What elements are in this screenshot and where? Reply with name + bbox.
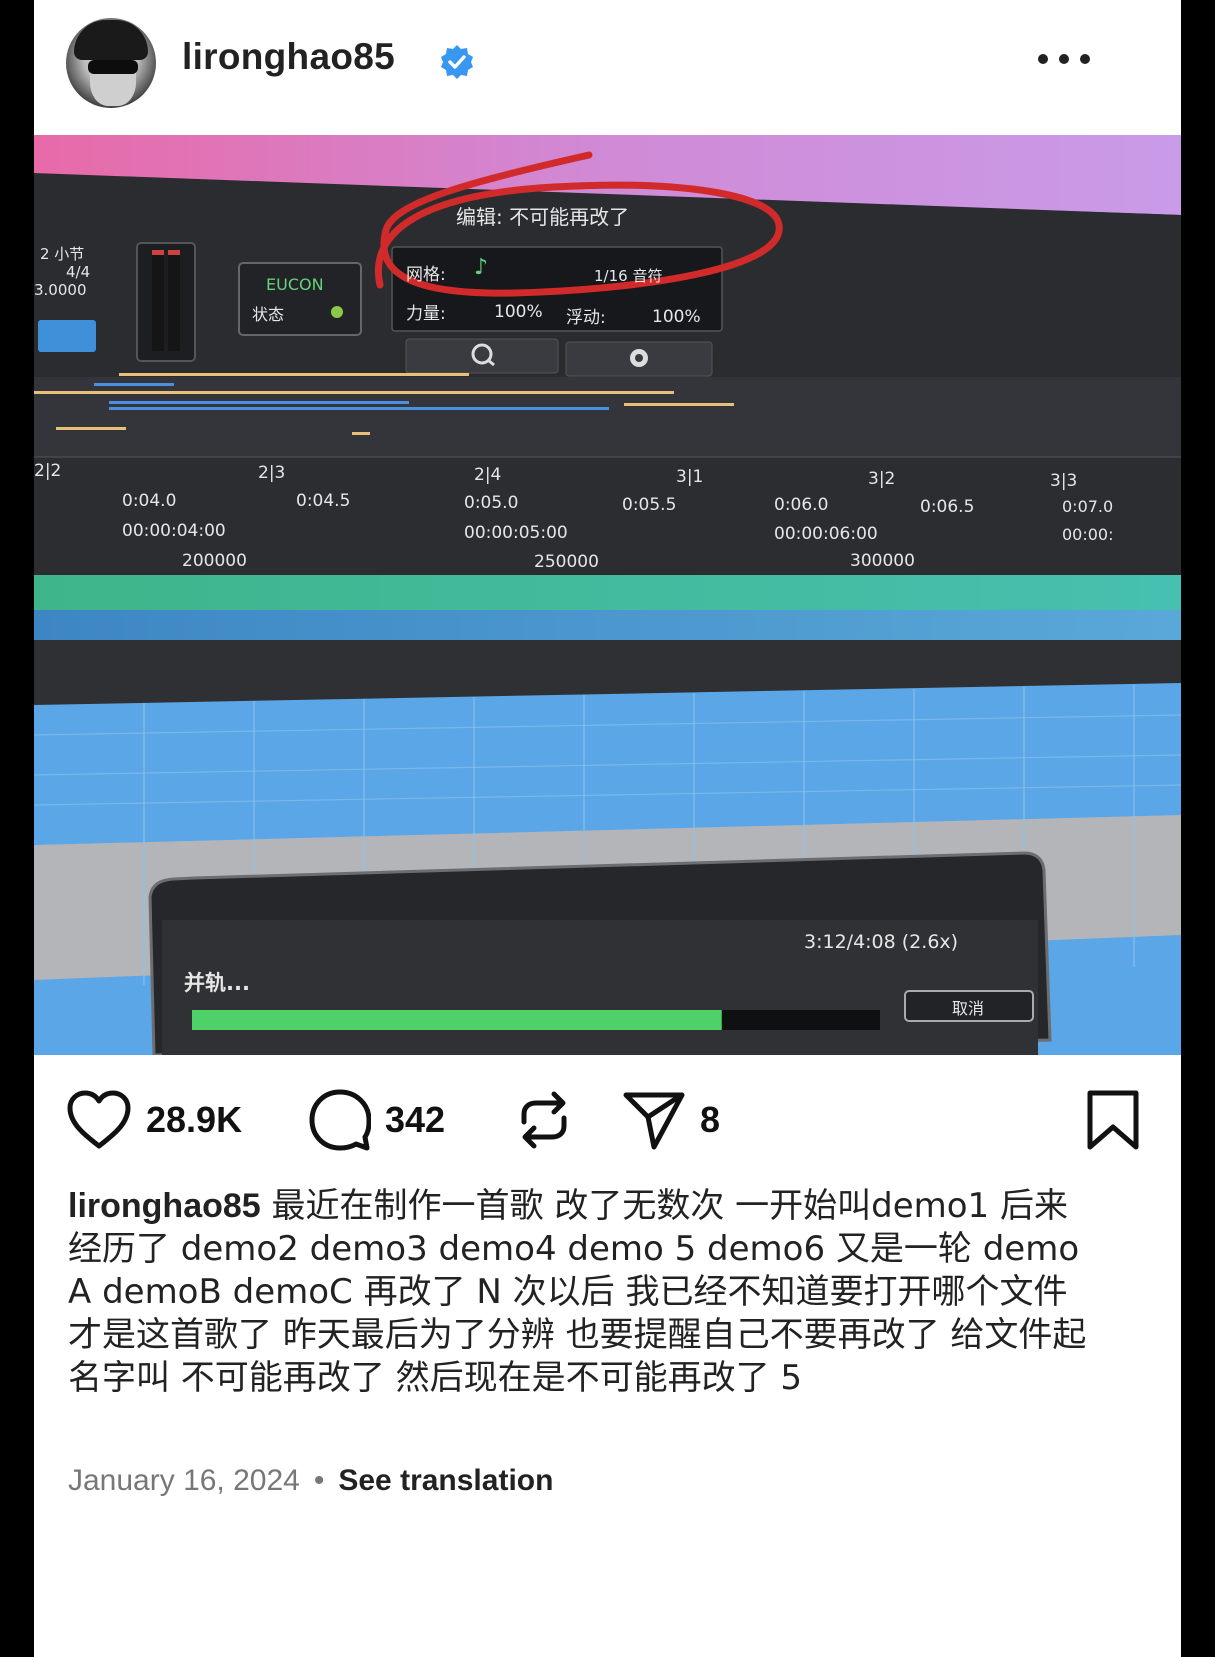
- verified-badge-icon: [441, 45, 473, 79]
- ruler-bar-label: 2|2: [34, 461, 62, 481]
- ruler-samples-label: 200000: [182, 551, 247, 571]
- post-actions: 28.9K 342 8: [34, 1085, 1181, 1165]
- share-count: 8: [700, 1099, 721, 1140]
- progress-fill: [192, 1010, 722, 1030]
- status-label: 状态: [252, 305, 285, 324]
- velocity-label: 力量:: [406, 304, 446, 324]
- cancel-button[interactable]: 取消: [952, 995, 984, 1019]
- ruler-bar-label: 3|1: [676, 467, 704, 487]
- save-button[interactable]: [1086, 1085, 1140, 1155]
- ruler-bar-label: 3|2: [868, 469, 896, 489]
- repost-icon: [521, 1091, 567, 1149]
- swing-value: 100%: [652, 307, 701, 327]
- ruler-bar-label: 3|3: [1050, 471, 1078, 491]
- swing-label: 浮动:: [566, 308, 606, 328]
- see-translation-link[interactable]: See translation: [338, 1464, 553, 1497]
- heart-icon: [67, 1090, 131, 1149]
- ruler-samples-label: 300000: [850, 551, 915, 571]
- ruler-seconds-label: 0:04.5: [296, 491, 351, 511]
- grid-value[interactable]: 1/16 音符: [594, 265, 662, 286]
- velocity-value: 100%: [494, 302, 543, 322]
- ruler-timecode-label: 00:00:06:00: [774, 524, 878, 544]
- share-button[interactable]: 8: [622, 1085, 720, 1155]
- like-count: 28.9K: [146, 1099, 243, 1140]
- post-photo[interactable]: 编辑: 不可能再改了 2 小节 4/4 3.0000 EUCON 状态 网格: …: [34, 135, 1181, 1055]
- right-border: [1181, 0, 1215, 1657]
- ruler-bar-label: 2|3: [258, 463, 286, 483]
- like-button[interactable]: 28.9K: [66, 1085, 242, 1155]
- bookmark-icon: [1087, 1090, 1139, 1150]
- post-meta: January 16, 2024 • See translation: [68, 1464, 553, 1498]
- ruler-timecode-label: 00:00:05:00: [464, 523, 568, 543]
- tempo-label: 3.0000: [34, 281, 87, 299]
- bounce-dialog-title: 并轨...: [184, 971, 250, 995]
- post-header: lironghao85: [34, 0, 1181, 135]
- repost-button[interactable]: [512, 1085, 576, 1155]
- more-options-icon[interactable]: [1034, 48, 1094, 72]
- ruler-seconds-label: 0:05.5: [622, 495, 677, 515]
- username[interactable]: lironghao85: [182, 36, 395, 78]
- meter-label: 4/4: [66, 263, 91, 281]
- bounce-progress-text: 3:12/4:08 (2.6x): [804, 931, 959, 953]
- ruler-seconds-label: 0:05.0: [464, 493, 519, 513]
- comment-icon: [309, 1089, 371, 1151]
- meta-separator: •: [313, 1464, 325, 1497]
- post-date: January 16, 2024: [68, 1464, 300, 1497]
- edit-label: 编辑: 不可能再改了: [456, 205, 630, 229]
- eucon-label: EUCON: [266, 275, 324, 294]
- ruler-bar-label: 2|4: [474, 465, 502, 485]
- caption-username[interactable]: lironghao85: [68, 1187, 261, 1225]
- note-icon: ♪: [474, 255, 489, 280]
- ruler-samples-label: 250000: [534, 552, 599, 572]
- send-icon: [623, 1092, 685, 1150]
- comment-count: 342: [385, 1099, 446, 1140]
- ruler-seconds-label: 0:06.5: [920, 497, 975, 517]
- comment-button[interactable]: 342: [309, 1085, 445, 1155]
- left-border: [0, 0, 34, 1657]
- ruler-timecode-label: 00:00:04:00: [122, 521, 226, 541]
- post-caption: lironghao85 最近在制作一首歌 改了无数次 一开始叫demo1 后来经…: [68, 1185, 1098, 1400]
- bars-label: 2 小节: [40, 245, 85, 263]
- ruler-seconds-label: 0:07.0: [1062, 497, 1114, 516]
- grid-label: 网格:: [406, 265, 446, 285]
- ruler-timecode-label: 00:00:: [1062, 525, 1114, 544]
- ruler-seconds-label: 0:06.0: [774, 495, 829, 515]
- avatar[interactable]: [66, 18, 156, 108]
- post-card: lironghao85 编辑: 不可能再改了 2 小节 4/4 3.0000 E…: [34, 0, 1181, 1657]
- ruler-seconds-label: 0:04.0: [122, 491, 177, 511]
